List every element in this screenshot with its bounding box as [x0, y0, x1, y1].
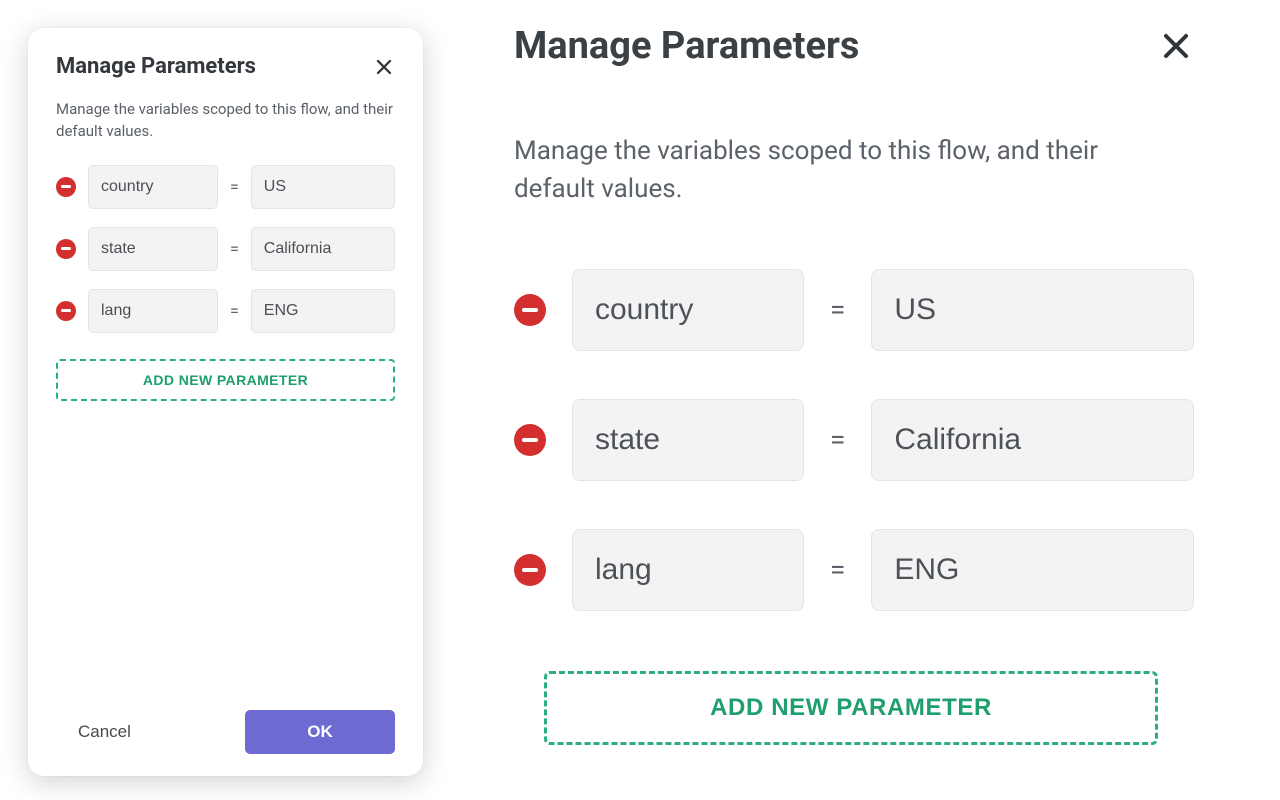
param-value-input[interactable]: [251, 289, 395, 333]
dialog-description: Manage the variables scoped to this flow…: [56, 99, 395, 143]
remove-icon[interactable]: [56, 177, 76, 197]
param-value-input[interactable]: [871, 399, 1194, 481]
parameter-row: =: [56, 165, 395, 209]
param-name-input[interactable]: [88, 289, 218, 333]
equals-sign: =: [230, 301, 239, 320]
equals-sign: =: [230, 177, 239, 196]
param-value-input[interactable]: [871, 269, 1194, 351]
param-name-input[interactable]: [572, 529, 804, 611]
param-name-input[interactable]: [88, 165, 218, 209]
manage-parameters-zoom: Manage Parameters Manage the variables s…: [514, 24, 1194, 745]
param-name-input[interactable]: [572, 399, 804, 481]
zoom-description: Manage the variables scoped to this flow…: [514, 132, 1174, 209]
remove-icon[interactable]: [56, 239, 76, 259]
equals-sign: =: [830, 553, 845, 586]
remove-icon[interactable]: [514, 554, 546, 586]
equals-sign: =: [230, 239, 239, 258]
param-value-input[interactable]: [251, 227, 395, 271]
add-new-parameter-button[interactable]: ADD NEW PARAMETER: [544, 671, 1158, 745]
close-icon[interactable]: [373, 56, 395, 78]
dialog-title: Manage Parameters: [56, 54, 256, 79]
param-value-input[interactable]: [871, 529, 1194, 611]
remove-icon[interactable]: [514, 424, 546, 456]
param-value-input[interactable]: [251, 165, 395, 209]
dialog-header: Manage Parameters: [56, 54, 395, 79]
parameter-row: =: [514, 529, 1194, 611]
parameter-row: =: [56, 227, 395, 271]
parameter-row: =: [514, 269, 1194, 351]
parameter-row: =: [514, 399, 1194, 481]
ok-button[interactable]: OK: [245, 710, 395, 754]
close-icon[interactable]: [1158, 28, 1194, 64]
equals-sign: =: [830, 423, 845, 456]
param-name-input[interactable]: [572, 269, 804, 351]
param-name-input[interactable]: [88, 227, 218, 271]
dialog-footer: Cancel OK: [56, 702, 395, 754]
equals-sign: =: [830, 293, 845, 326]
remove-icon[interactable]: [56, 301, 76, 321]
add-new-parameter-button[interactable]: ADD NEW PARAMETER: [56, 359, 395, 401]
remove-icon[interactable]: [514, 294, 546, 326]
parameter-row: =: [56, 289, 395, 333]
zoom-title: Manage Parameters: [514, 24, 859, 68]
manage-parameters-dialog: Manage Parameters Manage the variables s…: [28, 28, 423, 776]
cancel-button[interactable]: Cancel: [78, 722, 131, 742]
zoom-header: Manage Parameters: [514, 24, 1194, 68]
